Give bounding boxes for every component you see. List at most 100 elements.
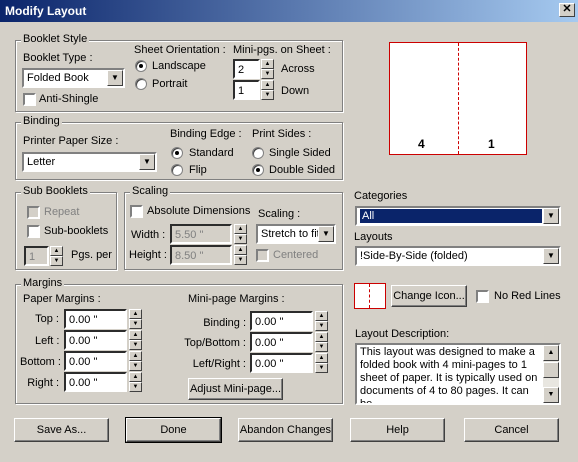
down-arrow-icon[interactable]: ▼ [234,234,247,244]
topbottom-margin-stepper[interactable]: ▲ ▼ [315,332,328,352]
save-as-button[interactable]: Save As... [14,418,109,442]
leftright-margin-stepper[interactable]: ▲ ▼ [315,353,328,373]
description-label: Layout Description: [355,328,450,340]
scaling-legend: Scaling [130,185,171,197]
down-arrow-icon[interactable]: ▼ [129,382,142,392]
up-arrow-icon[interactable]: ▲ [129,330,142,340]
down-arrow-icon[interactable]: ▼ [315,342,328,352]
absolute-dimensions-label: Absolute Dimensions [147,205,251,217]
up-arrow-icon[interactable]: ▲ [261,80,274,90]
up-arrow-icon[interactable]: ▲ [234,245,247,255]
chevron-down-icon[interactable]: ▼ [543,208,559,224]
across-stepper[interactable]: ▲ ▼ [261,59,274,79]
leftright-margin-input[interactable]: 0.00 " [250,353,313,373]
height-input[interactable]: 8.50 " [170,245,232,265]
pgs-per-input[interactable]: 1 [24,246,49,266]
paper-margins-label: Paper Margins : [23,293,101,305]
down-arrow-icon[interactable]: ▼ [50,256,63,266]
portrait-label: Portrait [152,78,188,90]
up-arrow-icon[interactable]: ▲ [129,351,142,361]
down-arrow-icon[interactable]: ▼ [129,319,142,329]
scroll-thumb[interactable] [543,362,559,378]
up-arrow-icon[interactable]: ▲ [129,309,142,319]
centered-checkbox[interactable] [256,249,269,262]
top-margin-stepper[interactable]: ▲ ▼ [129,309,142,329]
up-arrow-icon[interactable]: ▲ [315,311,328,321]
categories-select[interactable]: All ▼ [355,206,561,226]
scroll-up-icon[interactable]: ▲ [543,345,559,361]
down-label: Down [281,85,310,97]
chevron-down-icon[interactable]: ▼ [318,226,334,242]
down-arrow-icon[interactable]: ▼ [315,363,328,373]
up-arrow-icon[interactable]: ▲ [315,332,328,342]
landscape-radio[interactable] [135,60,147,72]
pgs-per-stepper[interactable]: ▲ ▼ [50,246,63,266]
flip-radio[interactable] [171,164,183,176]
description-scrollbar[interactable]: ▲ ▼ [543,345,559,403]
down-stepper[interactable]: ▲ ▼ [261,80,274,100]
scaling-value: Stretch to fit [261,228,320,240]
right-margin-label: Right : [27,377,59,389]
help-button[interactable]: Help [350,418,445,442]
no-red-lines-checkbox[interactable] [476,290,489,303]
height-stepper[interactable]: ▲ ▼ [234,245,247,265]
chevron-down-icon[interactable]: ▼ [139,154,155,170]
top-margin-label: Top : [35,313,59,325]
layouts-select[interactable]: !Side-By-Side (folded) ▼ [355,246,561,266]
paper-size-select[interactable]: Letter ▼ [22,152,157,172]
up-arrow-icon[interactable]: ▲ [234,224,247,234]
bottom-margin-stepper[interactable]: ▲ ▼ [129,351,142,371]
portrait-radio[interactable] [135,78,147,90]
up-arrow-icon[interactable]: ▲ [50,246,63,256]
single-sided-radio[interactable] [252,147,264,159]
scaling-label: Scaling : [258,208,301,220]
top-margin-input[interactable]: 0.00 " [64,309,127,329]
topbottom-margin-input[interactable]: 0.00 " [250,332,313,352]
up-arrow-icon[interactable]: ▲ [315,353,328,363]
bottom-margin-input[interactable]: 0.00 " [64,351,127,371]
cancel-button[interactable]: Cancel [464,418,559,442]
down-arrow-icon[interactable]: ▼ [315,321,328,331]
scaling-select[interactable]: Stretch to fit ▼ [256,224,336,244]
right-margin-input[interactable]: 0.00 " [64,372,127,392]
down-input[interactable]: 1 [233,80,260,100]
single-sided-label: Single Sided [269,147,331,159]
abandon-changes-button[interactable]: Abandon Changes [238,418,333,442]
width-stepper[interactable]: ▲ ▼ [234,224,247,244]
absolute-dimensions-checkbox[interactable] [130,205,143,218]
done-button[interactable]: Done [125,417,222,443]
down-arrow-icon[interactable]: ▼ [129,340,142,350]
right-margin-stepper[interactable]: ▲ ▼ [129,372,142,392]
repeat-checkbox[interactable] [27,206,40,219]
down-arrow-icon[interactable]: ▼ [129,361,142,371]
down-arrow-icon[interactable]: ▼ [261,69,274,79]
left-margin-stepper[interactable]: ▲ ▼ [129,330,142,350]
close-button[interactable]: ✕ [559,3,575,17]
booklet-type-select[interactable]: Folded Book ▼ [22,68,125,88]
anti-shingle-checkbox[interactable] [23,93,36,106]
sub-booklets-checkbox[interactable] [27,225,40,238]
binding-margin-stepper[interactable]: ▲ ▼ [315,311,328,331]
paper-size-label: Printer Paper Size : [23,135,119,147]
chevron-down-icon[interactable]: ▼ [107,70,123,86]
width-input[interactable]: 5.50 " [170,224,232,244]
adjust-minipage-button[interactable]: Adjust Mini-page... [188,378,283,400]
double-sided-radio[interactable] [252,164,264,176]
standard-label: Standard [189,147,234,159]
description-text[interactable]: This layout was designed to make a folde… [355,343,561,405]
binding-margin-input[interactable]: 0.00 " [250,311,313,331]
binding-margin-label: Binding : [203,317,246,329]
chevron-down-icon[interactable]: ▼ [543,248,559,264]
down-arrow-icon[interactable]: ▼ [234,255,247,265]
up-arrow-icon[interactable]: ▲ [129,372,142,382]
no-red-lines-label: No Red Lines [494,290,561,302]
scroll-down-icon[interactable]: ▼ [543,387,559,403]
mini-margins-label: Mini-page Margins : [188,293,285,305]
across-input[interactable]: 2 [233,59,260,79]
standard-radio[interactable] [171,147,183,159]
layouts-value: !Side-By-Side (folded) [360,250,468,262]
left-margin-input[interactable]: 0.00 " [64,330,127,350]
up-arrow-icon[interactable]: ▲ [261,59,274,69]
down-arrow-icon[interactable]: ▼ [261,90,274,100]
change-icon-button[interactable]: Change Icon... [391,285,467,307]
